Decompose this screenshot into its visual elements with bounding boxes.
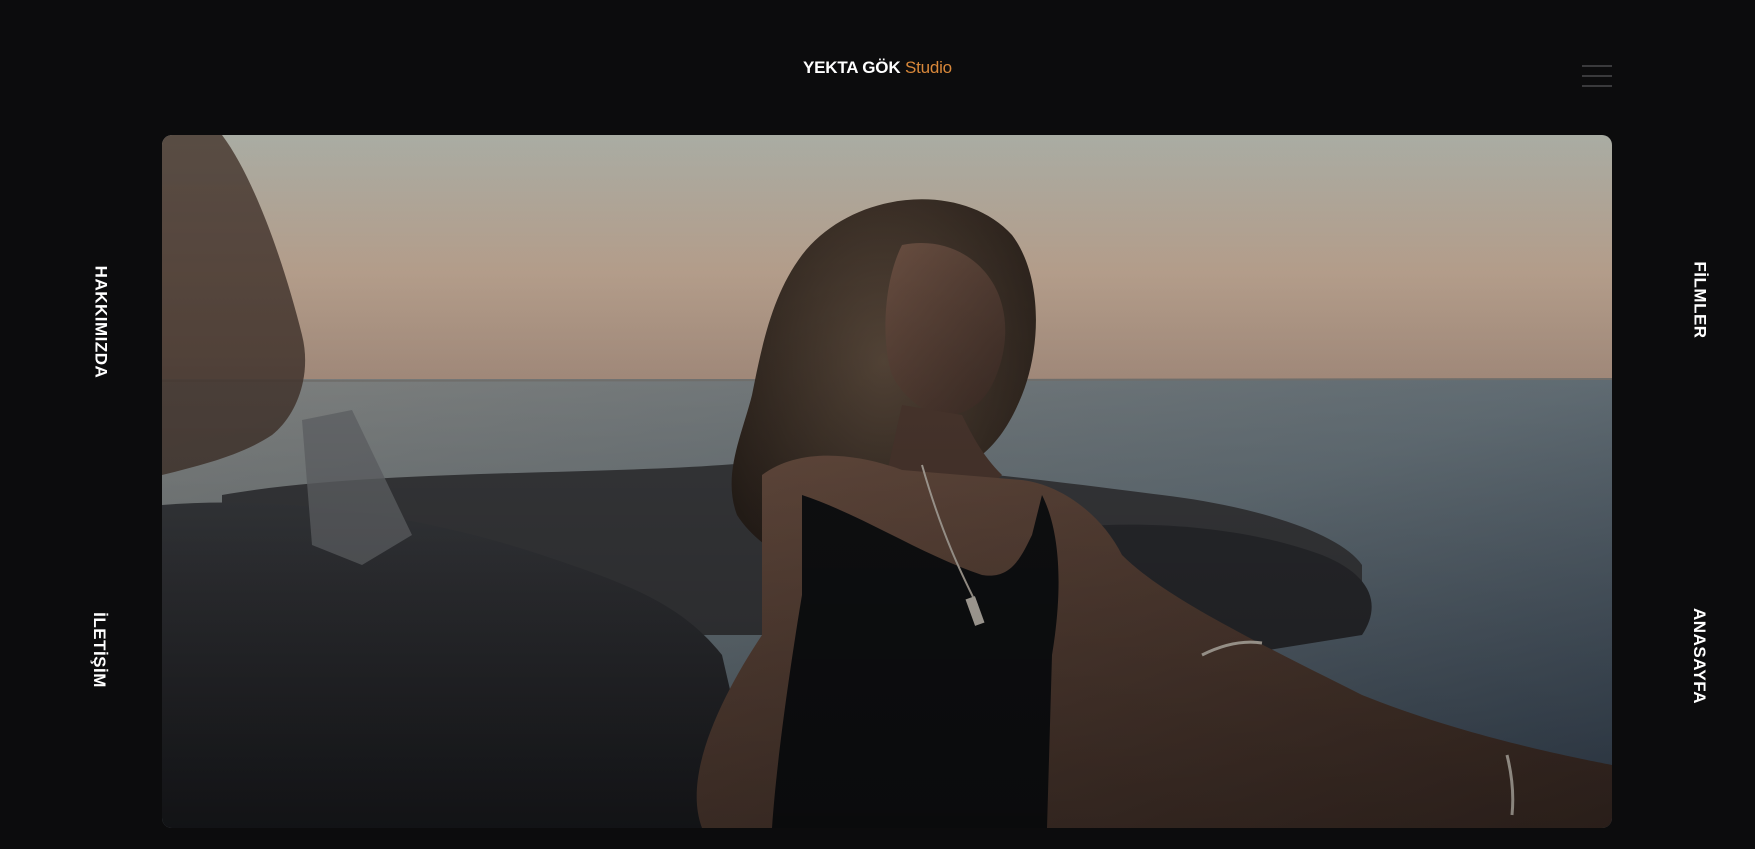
site-logo[interactable]: YEKTA GÖK Studio [0,58,1755,78]
hero-video[interactable] [162,135,1612,828]
hamburger-menu-icon[interactable] [1582,63,1612,89]
nav-link-anasayfa[interactable]: ANASAYFA [1689,608,1709,704]
nav-link-hakkimizda[interactable]: HAKKIMIZDA [90,266,110,379]
menu-line [1582,75,1612,77]
logo-accent-text: Studio [904,58,952,77]
nav-link-filmler[interactable]: FİLMLER [1690,261,1710,338]
menu-line [1582,85,1612,87]
hero-image [162,135,1612,828]
logo-brand-text: YEKTA GÖK [803,58,901,77]
menu-line [1582,65,1612,67]
nav-link-iletisim[interactable]: İLETİŞİM [89,612,109,688]
